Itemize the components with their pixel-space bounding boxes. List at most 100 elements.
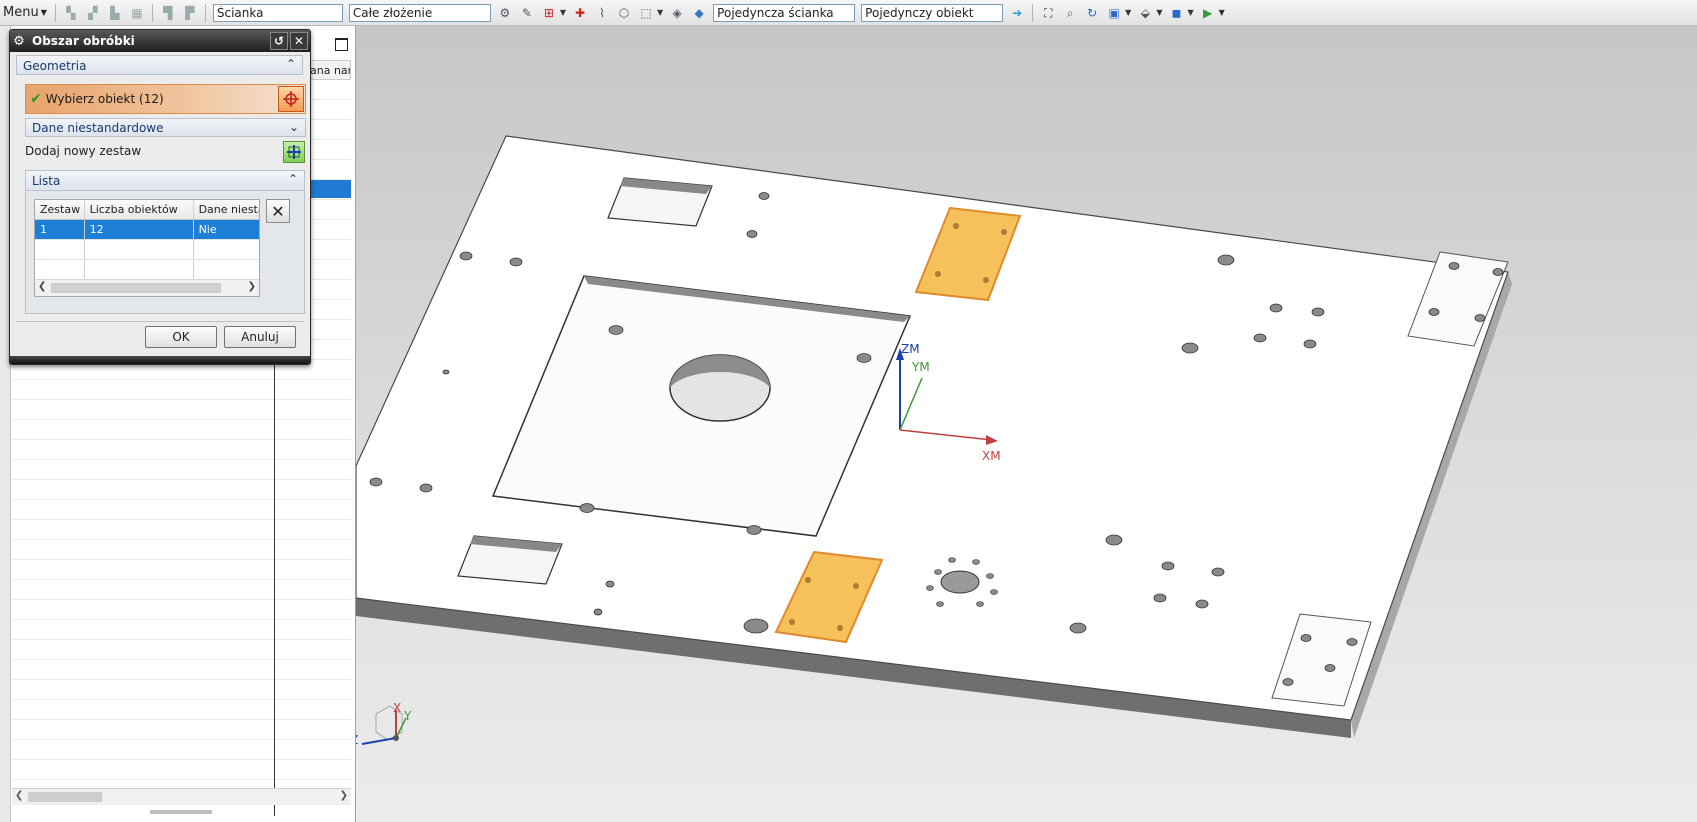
sets-table[interactable]: Zestaw Liczba obiektów Dane niesta 1 12 …: [34, 199, 260, 297]
hole: [1269, 303, 1283, 313]
crosshair-select-button[interactable]: [278, 86, 304, 112]
scroll-thumb[interactable]: [51, 283, 221, 293]
geometry-group-header[interactable]: Geometria ⌃: [16, 55, 303, 75]
selection-filter-value: Ścianka: [216, 5, 264, 20]
reset-icon[interactable]: ↺: [270, 32, 288, 50]
column-header[interactable]: Zestaw: [35, 200, 85, 219]
column-header[interactable]: Liczba obiektów: [85, 200, 194, 219]
render-style-icon[interactable]: ⬙: [1136, 4, 1154, 22]
scroll-right-icon[interactable]: ❯: [340, 790, 348, 801]
top-toolbar: Menu ▼ ▚ ▞ ▙ ▦ ▜ ▛ Ścianka ▼ Całe złożen…: [0, 0, 1697, 312]
hole: [1303, 339, 1317, 349]
assembly-move-icon[interactable]: ▞: [84, 4, 102, 22]
hole: [837, 625, 843, 631]
triad-y-label: Y: [403, 709, 412, 723]
menu-button[interactable]: Menu ▼: [0, 5, 51, 20]
list-group: Lista ⌃ Zestaw Liczba obiektów Dane nies…: [25, 170, 305, 314]
solid-body-icon[interactable]: ◆: [690, 4, 708, 22]
box-select-icon[interactable]: ⬚: [637, 4, 655, 22]
hole: [1153, 593, 1167, 603]
maximize-icon[interactable]: [335, 38, 348, 51]
chevron-up-icon[interactable]: ⌃: [286, 57, 296, 71]
table-row[interactable]: [35, 260, 259, 280]
navigator-selected-row[interactable]: [311, 180, 351, 198]
shaded-cube-icon[interactable]: ◼: [1167, 4, 1185, 22]
selection-filter-dropdown[interactable]: Ścianka ▼: [212, 3, 343, 312]
scroll-thumb[interactable]: [28, 792, 102, 802]
view-orient-icon[interactable]: ◈: [668, 4, 686, 22]
gear-icon[interactable]: ⚙: [10, 34, 28, 49]
model-view[interactable]: ZM YM XM Z X Y: [356, 26, 1697, 822]
hole: [1474, 314, 1486, 322]
list-group-label: Lista: [32, 174, 61, 188]
checkmark-icon: ✔: [30, 91, 42, 107]
navigator-hscrollbar[interactable]: ❮ ❯: [12, 788, 351, 805]
add-new-set-label: Dodaj nowy zestaw: [25, 144, 142, 158]
layout-icon[interactable]: ▣: [1105, 4, 1123, 22]
select-object-label: Wybierz obiekt (12): [45, 92, 164, 106]
select-tools-icon[interactable]: ✎: [518, 4, 536, 22]
show-hide-icon[interactable]: ▶: [1199, 4, 1217, 22]
chevron-down-icon[interactable]: ▼: [1219, 8, 1225, 17]
hole: [605, 580, 615, 588]
fit-view-icon[interactable]: ⛶: [1039, 4, 1057, 22]
cancel-button[interactable]: Anuluj: [224, 326, 296, 348]
filter-types-icon[interactable]: ⚙: [496, 4, 514, 22]
table-hscrollbar[interactable]: ❮ ❯: [35, 279, 259, 296]
select-object-row[interactable]: ✔ Wybierz obiekt (12): [25, 84, 306, 114]
dialog-titlebar[interactable]: ⚙ Obszar obróbki ↺ ✕: [10, 30, 310, 52]
body-rule-dropdown[interactable]: Pojedynczy obiekt ▼: [861, 3, 1004, 312]
hexagon-icon[interactable]: ⬡: [615, 4, 633, 22]
triad-z-label: Z: [356, 733, 358, 747]
chevron-up-icon[interactable]: ⌃: [288, 172, 298, 186]
select-edge-icon[interactable]: ⌇: [593, 4, 611, 22]
chevron-down-icon[interactable]: ▼: [1156, 8, 1162, 17]
chevron-down-icon[interactable]: ▼: [1187, 8, 1193, 17]
list-group-header[interactable]: Lista ⌃: [26, 171, 304, 191]
chevron-down-icon[interactable]: ▼: [1125, 8, 1131, 17]
navigator-column-header[interactable]: ana nar: [307, 60, 351, 80]
ok-button[interactable]: OK: [145, 326, 217, 348]
panel-resize-handle[interactable]: [150, 810, 212, 814]
hole: [1492, 268, 1504, 276]
hole: [936, 601, 944, 607]
hole: [926, 585, 934, 591]
table-row[interactable]: [35, 240, 259, 260]
scroll-left-icon[interactable]: ❮: [15, 790, 23, 801]
hole: [976, 601, 984, 607]
table-row[interactable]: 1 12 Nie: [35, 220, 259, 240]
custom-data-group-header[interactable]: Dane niestandardowe ⌄: [25, 118, 306, 137]
hole: [608, 325, 624, 335]
geometry-group-label: Geometria: [23, 59, 87, 73]
close-icon[interactable]: ✕: [290, 32, 308, 50]
delete-set-button[interactable]: ✕: [266, 199, 290, 223]
select-feature-icon[interactable]: ✚: [571, 4, 589, 22]
reorder-icon[interactable]: ▛: [181, 4, 199, 22]
scroll-left-icon[interactable]: ❮: [38, 281, 46, 292]
hole: [805, 577, 811, 583]
dialog-title: Obszar obróbki: [32, 34, 135, 48]
chevron-down-icon[interactable]: ▼: [657, 8, 663, 17]
dialog-bottom-edge: [10, 356, 310, 364]
arrow-right-icon[interactable]: ➜: [1008, 4, 1026, 22]
chevron-down-icon[interactable]: ▼: [560, 8, 566, 17]
add-new-set-button[interactable]: [283, 141, 305, 163]
scroll-right-icon[interactable]: ❯: [248, 281, 256, 292]
table-cell: 1: [35, 220, 85, 239]
chevron-down-icon[interactable]: ⌄: [289, 120, 299, 134]
assembly-pattern-icon[interactable]: ▦: [128, 4, 146, 22]
column-header[interactable]: Dane niesta: [194, 200, 259, 219]
rotate-icon[interactable]: ↻: [1083, 4, 1101, 22]
add-new-set-row: Dodaj nowy zestaw: [25, 140, 305, 164]
snap-point-icon[interactable]: ⊞: [540, 4, 558, 22]
graphics-window[interactable]: ZM YM XM Z X Y: [356, 26, 1697, 822]
hole: [369, 477, 383, 487]
zoom-icon[interactable]: ⌕: [1061, 4, 1079, 22]
assembly-component-icon[interactable]: ▙: [106, 4, 124, 22]
hole: [758, 192, 770, 200]
face-rule-dropdown[interactable]: Pojedyncza ścianka ▼: [713, 3, 856, 312]
hole: [953, 223, 959, 229]
assembly-constraint-icon[interactable]: ▚: [62, 4, 80, 22]
scope-dropdown[interactable]: Całe złożenie ▼: [348, 3, 491, 312]
hierarchy-icon[interactable]: ▜: [159, 4, 177, 22]
